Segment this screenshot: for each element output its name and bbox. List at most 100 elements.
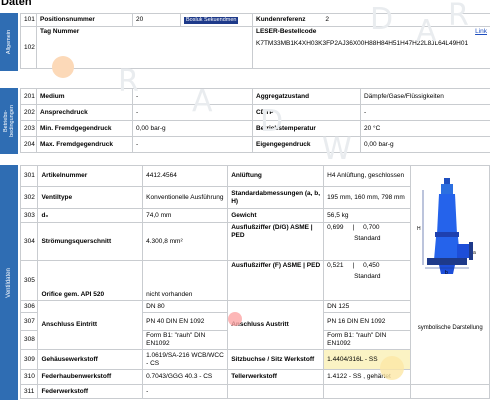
medium-value: - (132, 88, 253, 105)
row-number: 308 (19, 330, 39, 350)
section-label-valve: Ventildaten (0, 165, 18, 400)
max-backpressure-label: Max. Fremdgegendruck (36, 136, 133, 153)
spring-material-value: - (142, 384, 229, 399)
position-label: Positionsnummer (36, 13, 133, 27)
body-material-label: Gehäusewerkstoff (37, 349, 144, 370)
set-pressure-value: - (132, 104, 253, 121)
row-number: 302 (19, 186, 39, 209)
outlet-facing-value: Form B1: "rauh" DIN EN1092 (323, 330, 412, 350)
row-number: 204 (20, 136, 37, 153)
lifting-device-value: H4 Anlüftung, geschlossen (323, 165, 412, 187)
row-number: 311 (19, 384, 39, 399)
min-backpressure-label: Min. Fremdgegendruck (36, 120, 133, 137)
valve-table: 301 Artikelnummer 4412.4564 Anlüftung H4… (19, 165, 490, 399)
section-valve: Ventildaten 301 Artikelnummer 4412.4564 … (0, 165, 490, 400)
section-general: Allgemein 101 Positionsnummer 20 Bosluk … (0, 13, 490, 71)
disc-material-label: Tellerwerkstoff (227, 369, 325, 385)
body-material-value: 1.0619/SA-216 WCB/WCC - CS (142, 349, 229, 370)
discharge-coeff-f-standard: Standard (354, 273, 381, 280)
position-button[interactable]: Bosluk Sekuendmen (184, 17, 239, 24)
valve-type-label: Ventiltype (37, 186, 144, 209)
standard-dimensions-label: Standardabmessungen (a, b, H) (227, 186, 325, 209)
article-number-label: Artikelnummer (37, 165, 144, 187)
row-number: 310 (19, 369, 39, 385)
d0-value: 74,0 mm (142, 208, 229, 223)
min-backpressure-value: 0,00 bar-g (132, 120, 253, 137)
d0-label: d₀ (37, 208, 144, 223)
row-number: 202 (20, 104, 37, 121)
weight-label: Gewicht (227, 208, 325, 223)
svg-text:b: b (445, 270, 448, 276)
empty-cell (227, 384, 325, 399)
disc-material-value: 1.4122 - SS , gehärtet (323, 369, 412, 385)
row-number: 203 (20, 120, 37, 137)
max-backpressure-value: - (132, 136, 253, 153)
row-number: 307 (19, 312, 39, 331)
seat-material-value: 1.4404/316L - SS (323, 349, 412, 370)
section-label-general: Allgemein (0, 13, 18, 71)
state-value: Dämpfe/Gase/Flüssigkeiten (360, 88, 490, 105)
row-number: 305 (19, 260, 39, 301)
discharge-coeff-f-cell: 0,521 | 0,450 Standard (323, 260, 412, 301)
tag-number-label: Tag Nummer (36, 26, 253, 69)
discharge-coeff-dg-label: Ausflußziffer (D/G) ASME | PED (227, 222, 325, 261)
empty-cell (323, 384, 412, 399)
inlet-facing-value: Form B1: "rauh" DIN EN1092 (142, 330, 229, 350)
row-number: 301 (19, 165, 39, 187)
state-label: Aggregatzustand (252, 88, 361, 105)
customer-ref-cell: Kundenreferenz 2 (252, 13, 490, 27)
standard-dimensions-value: 195 mm, 160 mm, 798 mm (323, 186, 412, 209)
general-table: 101 Positionsnummer 20 Bosluk Sekuendmen… (20, 13, 490, 69)
outlet-size-value: DN 125 (323, 300, 412, 313)
weight-value: 56,5 kg (323, 208, 412, 223)
discharge-coeff-dg-standard: Standard (354, 235, 381, 242)
inlet-size-value: DN 80 (142, 300, 229, 313)
flow-area-value: 4.300,8 mm² (142, 222, 229, 261)
operating-temp-label: Betriebstemperatur (252, 120, 361, 137)
valve-symbol-cell: H a b symbolische Darstellung (410, 165, 490, 385)
row-number: 303 (19, 208, 39, 223)
cdtp-value: - (360, 104, 490, 121)
discharge-coeff-dg-cell: 0,699 | 0,700 Standard (323, 222, 412, 261)
built-up-backpressure-value: 0,00 bar-g (360, 136, 490, 153)
discharge-coeff-f-value: 0,521 | 0,450 (327, 262, 380, 269)
order-code-cell: LESER-Bestellcode Link K7TM33MB1K4XH03K3… (252, 26, 490, 69)
page-title: Daten (1, 0, 32, 8)
bonnet-material-label: Federhaubenwerkstoff (37, 369, 144, 385)
cdtp-label: CDTP (252, 104, 361, 121)
flow-area-label: Strömungsquerschnitt (37, 222, 144, 261)
position-value: 20 (132, 13, 181, 27)
operating-table: 201 Medium - Aggregatzustand Dämpfe/Gase… (20, 88, 490, 153)
row-number: 304 (19, 222, 39, 261)
position-button-cell: Bosluk Sekuendmen (180, 13, 253, 27)
operating-temp-value: 20 °C (360, 120, 490, 137)
outlet-connection-label: Anschluss Austritt (227, 300, 325, 350)
set-pressure-label: Ansprechdruck (36, 104, 133, 121)
order-code-link[interactable]: Link (475, 28, 487, 36)
bonnet-material-value: 0.7043/GGG 40.3 - CS (142, 369, 229, 385)
built-up-backpressure-label: Eigengegendruck (252, 136, 361, 153)
discharge-coeff-f-label: Ausflußziffer (F) ASME | PED (227, 260, 325, 301)
inlet-rating-value: PN 40 DIN EN 1092 (142, 312, 229, 331)
svg-text:a: a (473, 250, 476, 256)
section-label-operating: Betriebs- bedingungen (0, 88, 18, 154)
empty-cell (410, 384, 490, 399)
row-number: 201 (20, 88, 37, 105)
customer-ref-value: 2 (325, 16, 329, 23)
seat-material-label: Sitzbuchse / Sitz Werkstoff (227, 349, 325, 370)
row-number: 102 (20, 26, 37, 69)
row-number: 101 (20, 13, 37, 27)
orifice-label: Orifice gem. API 520 (37, 260, 144, 301)
lifting-device-label: Anlüftung (227, 165, 325, 187)
order-code-label: LESER-Bestellcode (256, 28, 317, 35)
row-number: 309 (19, 349, 39, 370)
spring-material-label: Federwerkstoff (37, 384, 144, 399)
svg-text:H: H (417, 226, 421, 232)
inlet-connection-label: Anschluss Eintritt (37, 300, 144, 350)
orifice-value: nicht vorhanden (142, 260, 229, 301)
order-code-value: K7TM33MB1K4XH03K3FP2AJ36X00H88H84H51H47H… (256, 40, 469, 47)
symbol-caption: symbolische Darstellung (417, 325, 483, 331)
medium-label: Medium (36, 88, 133, 105)
discharge-coeff-dg-value: 0,699 | 0,700 (327, 224, 380, 231)
row-number: 306 (19, 300, 39, 313)
